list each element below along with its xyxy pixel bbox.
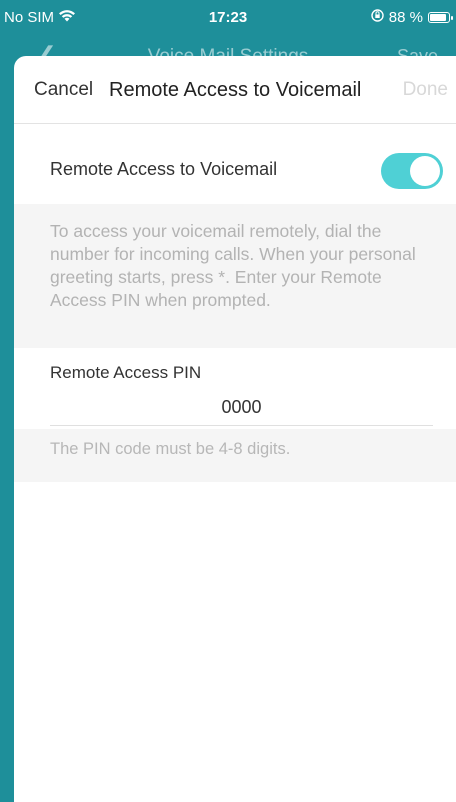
cancel-button[interactable]: Cancel: [34, 79, 93, 101]
done-button[interactable]: Done: [403, 79, 448, 101]
battery-percent: 88 %: [388, 9, 423, 26]
battery-icon: [428, 12, 453, 23]
remote-access-toggle-row: Remote Access to Voicemail: [14, 138, 456, 204]
pin-section: Remote Access PIN: [14, 348, 456, 440]
status-right: 88 %: [371, 9, 453, 26]
info-box: To access your voicemail remotely, dial …: [14, 204, 456, 348]
battery-level: [430, 14, 446, 21]
pin-hint: The PIN code must be 4-8 digits.: [50, 440, 291, 458]
sheet-header: Cancel Remote Access to Voicemail Done: [14, 56, 456, 124]
remote-access-sheet: Cancel Remote Access to Voicemail Done R…: [14, 56, 456, 802]
sheet-title: Remote Access to Voicemail: [109, 79, 362, 101]
toggle-label: Remote Access to Voicemail: [50, 159, 278, 179]
toggle-knob: [410, 156, 440, 186]
pin-hint-box: The PIN code must be 4-8 digits.: [14, 429, 456, 482]
info-text: To access your voicemail remotely, dial …: [50, 221, 416, 310]
orientation-lock-icon: [371, 9, 384, 26]
status-bar: No SIM 17:23 88 %: [0, 0, 456, 34]
pin-input[interactable]: [50, 390, 433, 426]
pin-label: Remote Access PIN: [50, 363, 202, 382]
remote-access-toggle[interactable]: [381, 153, 443, 189]
